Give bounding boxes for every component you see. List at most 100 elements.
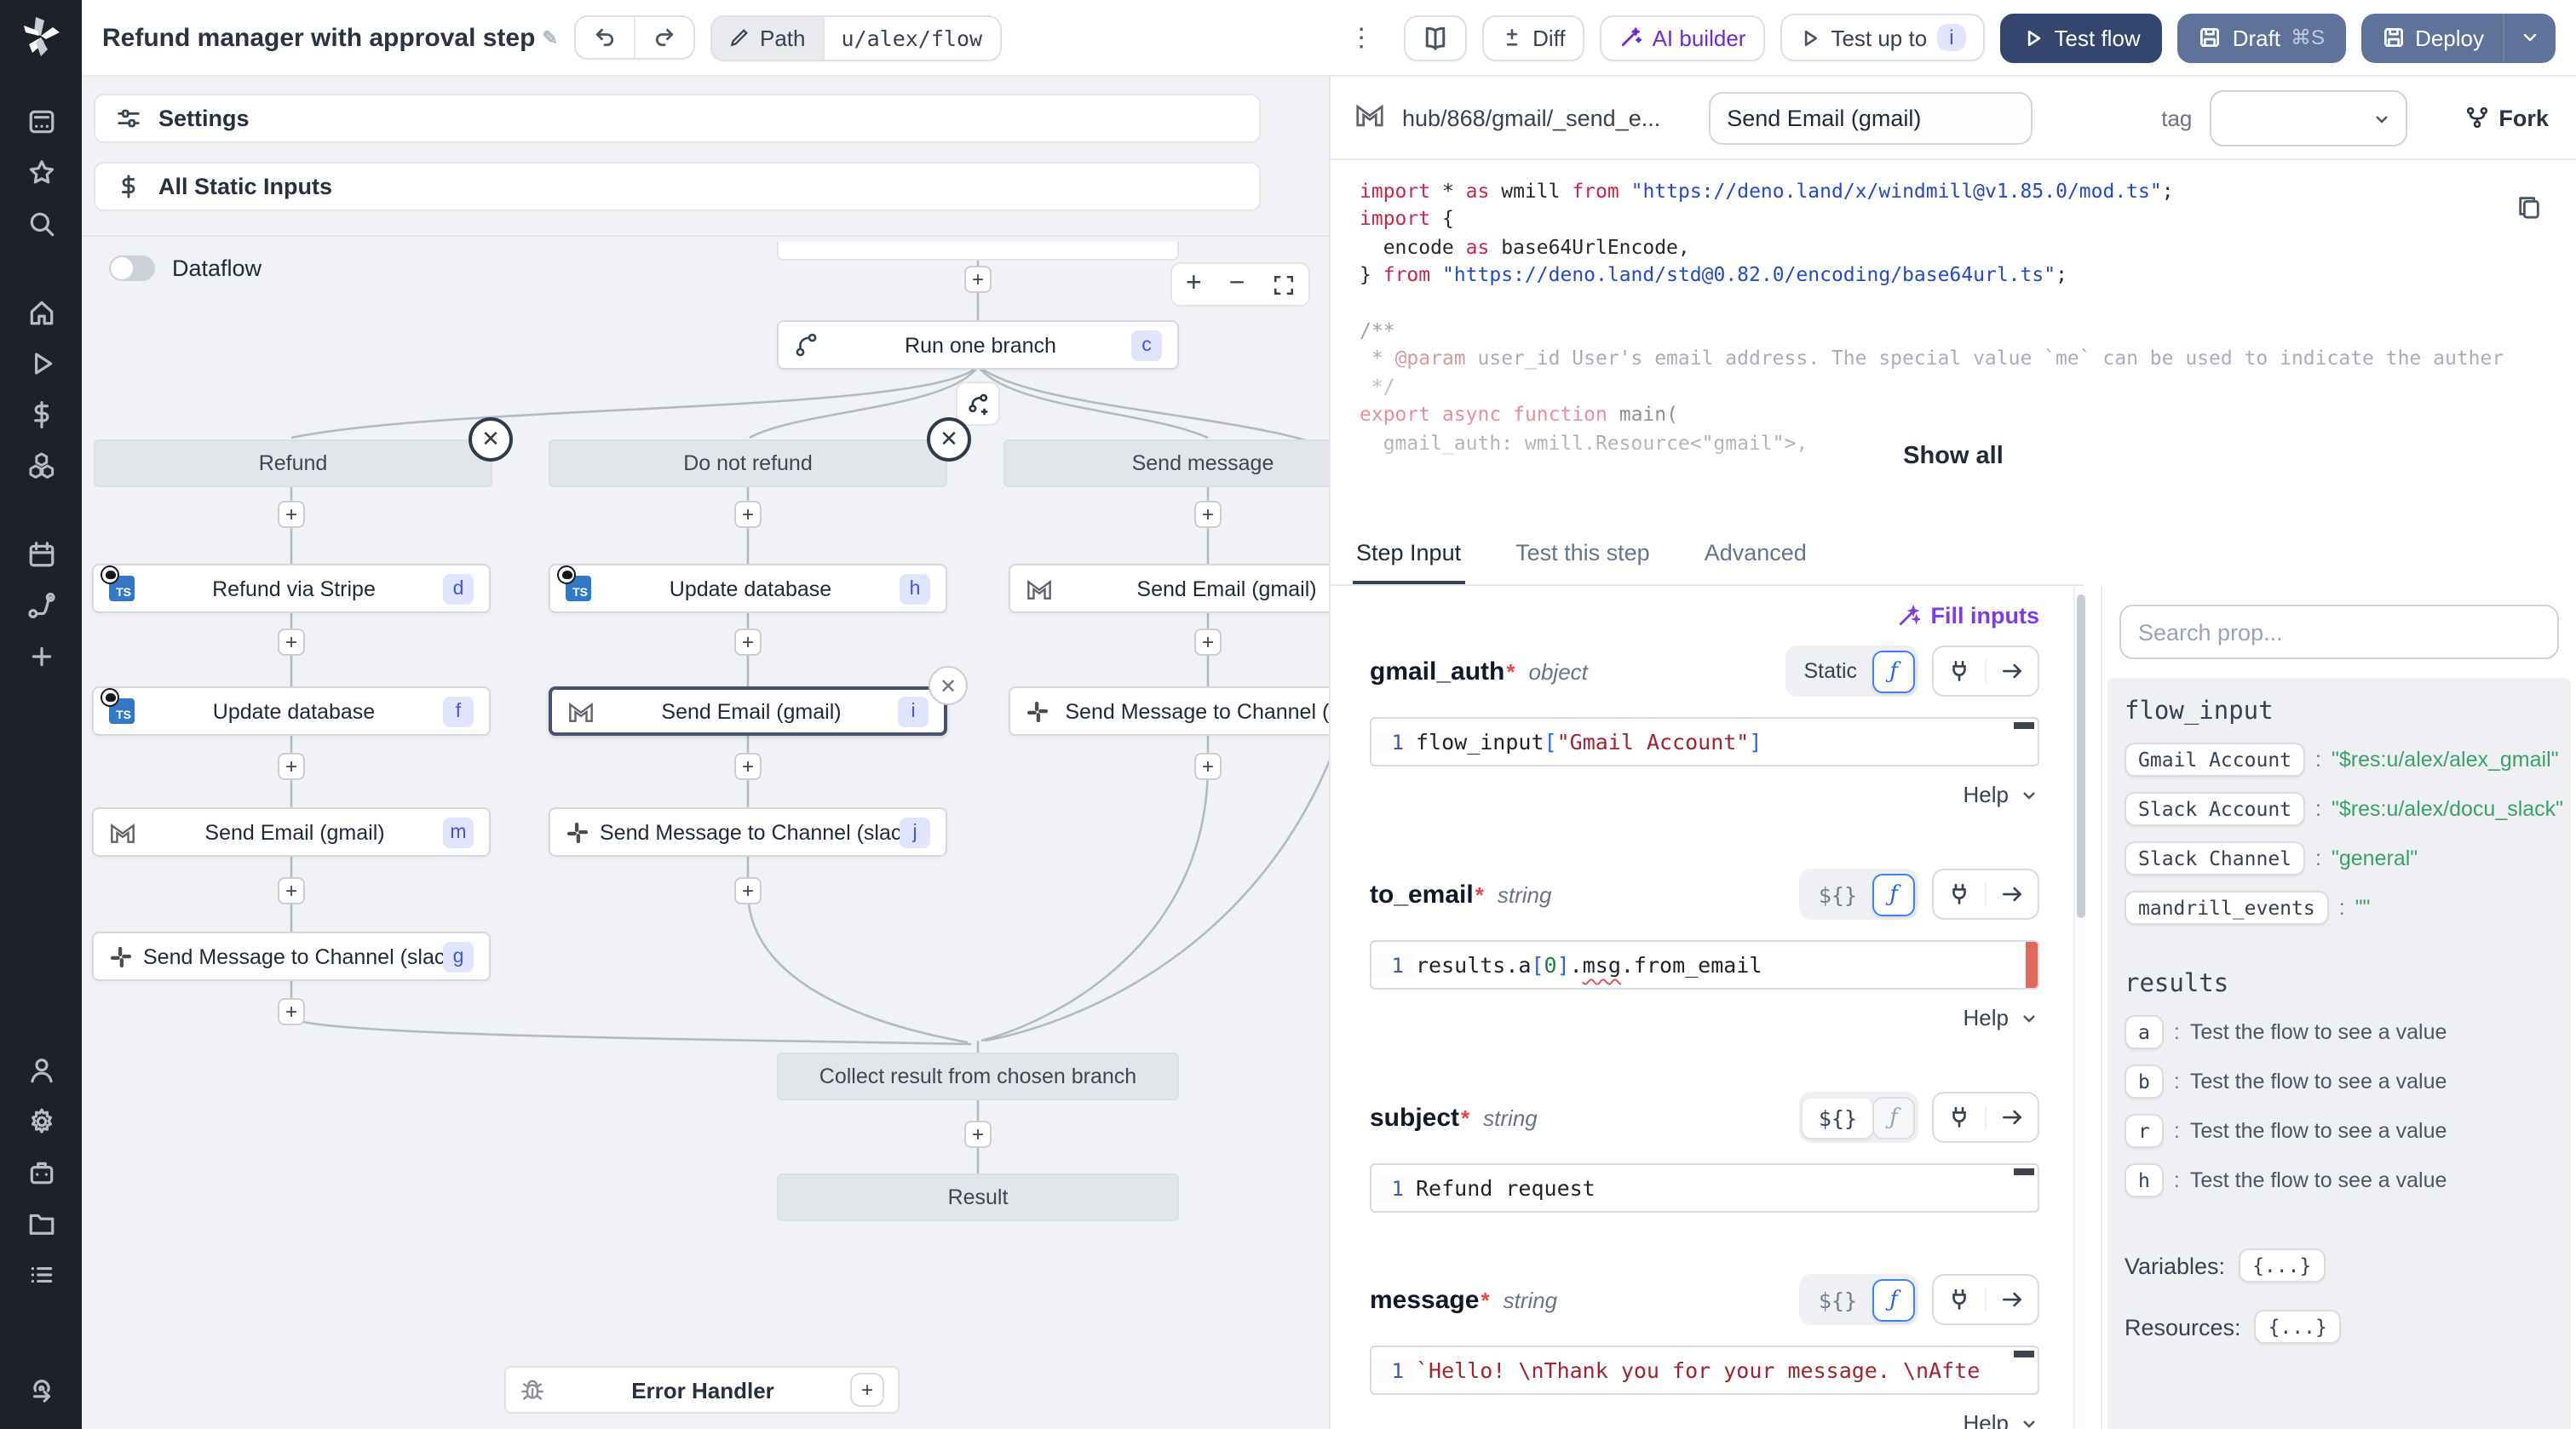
ai-builder-button[interactable]: AI builder — [1599, 14, 1765, 60]
all-static-inputs-card[interactable]: All Static Inputs — [94, 162, 1261, 211]
template-mode-button[interactable]: ${} — [1803, 1098, 1872, 1137]
sidebar-item-home[interactable] — [14, 286, 68, 337]
redo-button[interactable] — [634, 17, 693, 58]
sidebar-item-user[interactable] — [14, 1044, 68, 1095]
sidebar-item-settings[interactable] — [14, 1095, 68, 1146]
fill-inputs-button[interactable]: Fill inputs — [1897, 603, 2039, 628]
prop-key-pill[interactable]: Gmail Account — [2125, 743, 2306, 777]
dataflow-toggle[interactable] — [109, 255, 155, 281]
plug-connect-button[interactable] — [1934, 1105, 1985, 1129]
sidebar-item-add[interactable] — [14, 630, 68, 681]
clipped-top-node[interactable] — [777, 242, 1179, 261]
insert-step-button[interactable]: + — [1194, 753, 1222, 780]
insert-step-button[interactable]: + — [278, 877, 305, 904]
zoom-in-button[interactable]: + — [1172, 269, 1216, 300]
form-scrollbar[interactable] — [2073, 586, 2085, 1429]
more-menu-button[interactable]: ⋮ — [1335, 22, 1388, 53]
sidebar-item-workers[interactable] — [14, 1146, 68, 1197]
plug-connect-button[interactable] — [1934, 1288, 1985, 1311]
sidebar-item-logs[interactable] — [14, 1248, 68, 1300]
branch-header-refund[interactable]: Refund — [94, 439, 492, 487]
plug-connect-button[interactable] — [1934, 882, 1985, 906]
sidebar-item-star[interactable] — [14, 146, 68, 198]
insert-step-button[interactable]: + — [278, 998, 305, 1025]
arrow-right-button[interactable] — [1985, 1105, 2038, 1129]
insert-step-button[interactable]: + — [278, 501, 305, 528]
copy-code-button[interactable] — [2516, 194, 2542, 225]
search-prop-input[interactable] — [2119, 605, 2559, 659]
sidebar-item-search[interactable] — [14, 198, 68, 249]
prop-key-pill[interactable]: Slack Channel — [2125, 841, 2306, 875]
insert-step-button[interactable]: + — [1194, 628, 1222, 656]
docs-button[interactable] — [1403, 14, 1467, 60]
template-mode-button[interactable]: ${} — [1803, 875, 1872, 914]
deploy-button[interactable]: Deploy — [2360, 13, 2504, 62]
result-key-pill[interactable]: b — [2125, 1065, 2164, 1099]
diff-button[interactable]: Diff — [1481, 14, 1584, 60]
zoom-out-button[interactable]: − — [1216, 269, 1259, 300]
result-key-pill[interactable]: r — [2125, 1114, 2164, 1148]
fork-button[interactable]: Fork — [2464, 105, 2549, 130]
prop-key-pill[interactable]: mandrill_events — [2125, 891, 2329, 925]
step-summary-input[interactable] — [1708, 91, 2033, 144]
arrow-right-button[interactable] — [1985, 1288, 2038, 1311]
help-toggle[interactable]: Help — [1370, 782, 2039, 807]
resources-expand-button[interactable]: {...} — [2254, 1310, 2341, 1344]
draft-button[interactable]: Draft ⌘S — [2177, 13, 2346, 62]
sidebar-item-variables[interactable] — [14, 388, 68, 439]
undo-button[interactable] — [576, 17, 634, 58]
flow-node-send-email-m[interactable]: Send Email (gmail) m — [92, 807, 491, 857]
insert-step-button[interactable]: + — [1194, 501, 1222, 528]
subject-editor[interactable]: 1 Refund request — [1370, 1163, 2039, 1213]
insert-step-button[interactable]: + — [734, 877, 762, 904]
flow-node-refund-via-stripe[interactable]: TS Refund via Stripe d — [92, 564, 491, 613]
plug-connect-button[interactable] — [1934, 659, 1985, 683]
insert-step-button[interactable]: + — [278, 628, 305, 656]
result-key-pill[interactable]: a — [2125, 1015, 2164, 1049]
sidebar-item-routes[interactable] — [14, 579, 68, 630]
add-error-handler-button[interactable]: + — [850, 1373, 884, 1407]
tab-step-input[interactable]: Step Input — [1353, 540, 1465, 584]
insert-step-button[interactable]: + — [964, 1121, 992, 1148]
result-key-pill[interactable]: h — [2125, 1163, 2164, 1197]
deploy-options-button[interactable] — [2504, 13, 2556, 62]
sidebar-item-runs[interactable] — [14, 337, 68, 388]
result-bar[interactable]: Result — [777, 1174, 1179, 1221]
to-email-editor[interactable]: 1 results.a[0].msg.from_email — [1370, 940, 2039, 990]
sidebar-item-schedules[interactable] — [14, 528, 68, 579]
edit-title-icon[interactable]: ✎ — [542, 26, 557, 49]
show-all-button[interactable]: Show all — [1886, 436, 2021, 477]
template-mode-button[interactable]: ${} — [1803, 1280, 1872, 1319]
tag-select[interactable] — [2209, 89, 2407, 146]
fit-view-button[interactable] — [1258, 273, 1308, 296]
delete-branch-refund-button[interactable]: ✕ — [469, 417, 513, 462]
tab-advanced[interactable]: Advanced — [1701, 540, 1810, 584]
flow-node-update-database-h[interactable]: TS Update database h — [549, 564, 947, 613]
flow-node-send-email-selected[interactable]: Send Email (gmail) i — [549, 686, 947, 736]
arrow-right-button[interactable] — [1985, 882, 2038, 906]
static-mode-button[interactable]: Static — [1788, 652, 1872, 690]
flow-node-update-database-f[interactable]: TS Update database f — [92, 686, 491, 736]
help-toggle[interactable]: Help — [1370, 1005, 2039, 1030]
flow-node-send-email-right[interactable]: Send Email (gmail) — [1009, 564, 1329, 613]
insert-step-button[interactable]: + — [278, 753, 305, 780]
insert-step-button[interactable]: + — [734, 753, 762, 780]
flow-node-send-slack-right[interactable]: Send Message to Channel (slack) — [1009, 686, 1329, 736]
test-flow-button[interactable]: Test flow — [1999, 13, 2163, 62]
hub-script-path[interactable]: hub/868/gmail/_send_e... — [1402, 105, 1660, 130]
help-toggle[interactable]: Help — [1370, 1410, 2039, 1429]
flow-node-run-one-branch[interactable]: Run one branch c — [777, 320, 1179, 370]
javascript-mode-button[interactable]: ƒ — [1872, 1278, 1915, 1321]
error-handler-node[interactable]: Error Handler + — [504, 1366, 900, 1414]
javascript-mode-button[interactable]: ƒ — [1872, 650, 1915, 692]
variables-expand-button[interactable]: {...} — [2239, 1248, 2326, 1283]
branch-header-do-not-refund[interactable]: Do not refund — [549, 439, 947, 487]
flow-title[interactable]: Refund manager with approval step ✎ — [102, 23, 559, 52]
gmail-auth-editor[interactable]: 1 flow_input["Gmail Account"] — [1370, 717, 2039, 766]
add-branch-button[interactable] — [956, 382, 1000, 426]
delete-step-button[interactable]: ✕ — [929, 666, 968, 705]
windmill-logo[interactable] — [19, 15, 63, 65]
arrow-right-button[interactable] — [1985, 659, 2038, 683]
branch-header-send-message[interactable]: Send message — [1003, 439, 1329, 487]
test-up-to-button[interactable]: Test up to i — [1780, 14, 1985, 61]
